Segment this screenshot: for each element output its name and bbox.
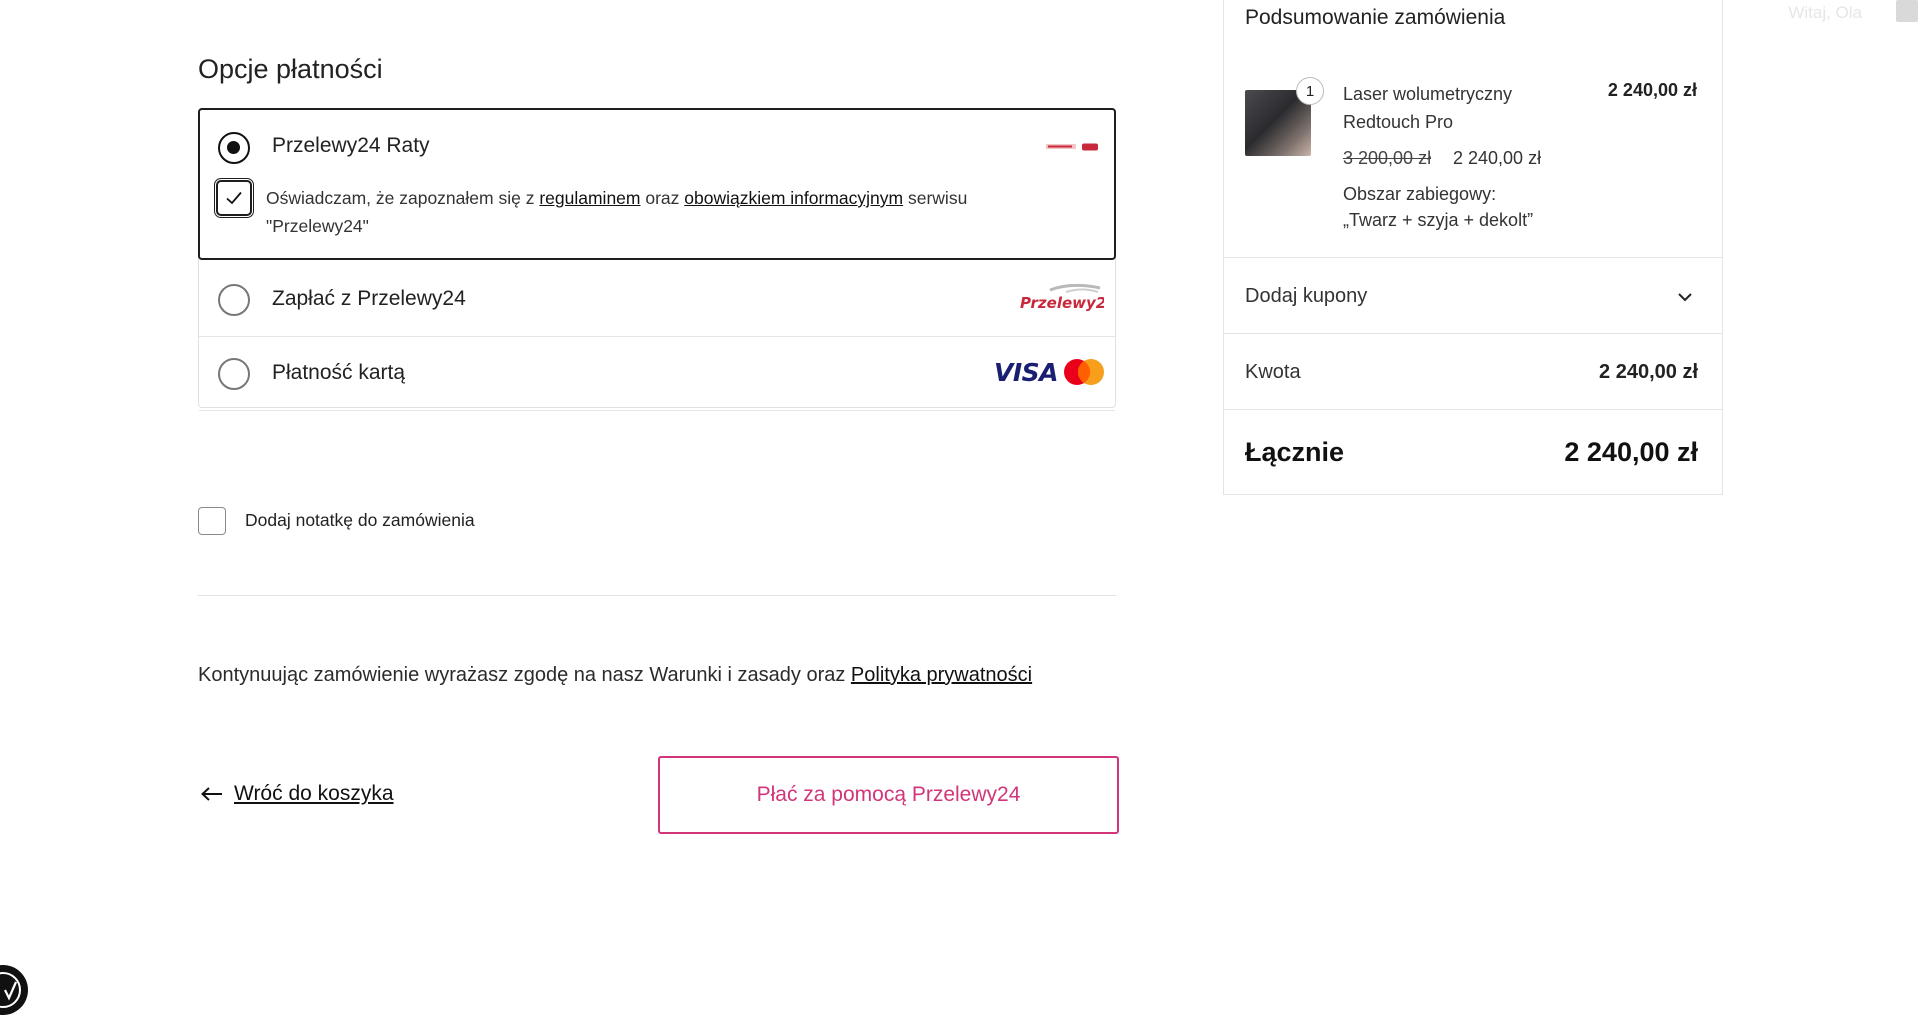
- back-to-cart-label: Wróć do koszyka: [234, 782, 394, 805]
- option-divider: [199, 336, 1115, 337]
- user-avatar-icon[interactable]: [1896, 0, 1918, 22]
- consent-text-middle: oraz: [645, 188, 680, 208]
- quantity-badge: 1: [1296, 77, 1324, 105]
- terms-link[interactable]: regulaminem: [539, 188, 640, 208]
- information-obligation-link[interactable]: obowiązkiem informacyjnym: [684, 188, 903, 208]
- consent-text: Oświadczam, że zapoznałem się z regulami…: [266, 184, 1066, 240]
- total-value: 2 240,00 zł: [1564, 437, 1698, 467]
- checkmark-icon: [226, 191, 242, 205]
- summary-divider: [1224, 333, 1722, 334]
- arrow-left-icon: [201, 787, 222, 801]
- terms-text: Kontynuując zamówienie wyrażasz zgodę na…: [198, 664, 846, 686]
- product-name-line2: Redtouch Pro: [1343, 112, 1454, 132]
- order-summary-title: Podsumowanie zamówienia: [1245, 6, 1506, 29]
- treatment-area-label: Obszar zabiegowy:: [1343, 184, 1497, 204]
- summary-divider: [1224, 257, 1722, 258]
- visa-logo: VISA: [994, 358, 1059, 387]
- total-label: Łącznie: [1245, 437, 1345, 467]
- payment-option-przelewy24-raty[interactable]: Przelewy24 Raty Oświadczam, że zapoznałe…: [198, 108, 1116, 260]
- treatment-area-value: „Twarz + szyja + dekolt”: [1343, 210, 1534, 230]
- chevron-down-icon[interactable]: [1676, 288, 1694, 306]
- product-name-line1: Laser wolumetryczny: [1343, 84, 1513, 104]
- przelewy24-raty-logo-icon: [1046, 143, 1098, 151]
- product-old-price: 3 200,00 zł: [1343, 148, 1432, 168]
- verified-badge-icon[interactable]: [0, 965, 28, 1015]
- product-name: Laser wolumetryczny Redtouch Pro: [1343, 80, 1573, 136]
- subtotal-value: 2 240,00 zł: [1599, 361, 1698, 383]
- order-note-checkbox[interactable]: [198, 507, 226, 535]
- back-to-cart-link[interactable]: Wróć do koszyka: [200, 782, 394, 806]
- subtotal-label: Kwota: [1245, 361, 1301, 383]
- radio-przelewy24[interactable]: [218, 284, 250, 316]
- privacy-policy-link[interactable]: Polityka prywatności: [851, 664, 1032, 686]
- terms-notice: Kontynuując zamówienie wyrażasz zgodę na…: [198, 664, 1032, 687]
- order-note-label[interactable]: Dodaj notatkę do zamówienia: [245, 510, 475, 531]
- radio-przelewy24-raty[interactable]: [218, 132, 250, 164]
- payment-options-title: Opcje płatności: [198, 54, 383, 84]
- option-divider: [199, 410, 1115, 411]
- payment-option-label: Przelewy24 Raty: [272, 134, 430, 157]
- payment-option-card-label[interactable]: Płatność kartą: [272, 361, 405, 385]
- mastercard-icon: [1064, 359, 1104, 385]
- payment-option-przelewy24-label[interactable]: Zapłać z Przelewy24: [272, 287, 466, 311]
- order-summary-panel: [1223, 0, 1723, 495]
- radio-card-payment[interactable]: [218, 358, 250, 390]
- user-greeting[interactable]: Witaj, Ola: [1788, 3, 1862, 23]
- consent-checkbox[interactable]: [214, 178, 254, 218]
- product-price: 2 240,00 zł: [1607, 80, 1697, 100]
- add-coupons-toggle[interactable]: Dodaj kupony: [1245, 285, 1367, 308]
- consent-text-before: Oświadczam, że zapoznałem się z: [266, 188, 535, 208]
- pay-with-przelewy24-button[interactable]: Płać za pomocą Przelewy24: [658, 756, 1119, 834]
- przelewy24-logo-text: Przelewy24: [1020, 294, 1104, 312]
- product-new-price: 2 240,00 zł: [1453, 148, 1542, 168]
- section-divider: [198, 595, 1116, 596]
- przelewy24-logo-icon: Przelewy24: [1020, 283, 1104, 312]
- badge-check-icon: [0, 972, 21, 1008]
- summary-divider: [1224, 409, 1722, 410]
